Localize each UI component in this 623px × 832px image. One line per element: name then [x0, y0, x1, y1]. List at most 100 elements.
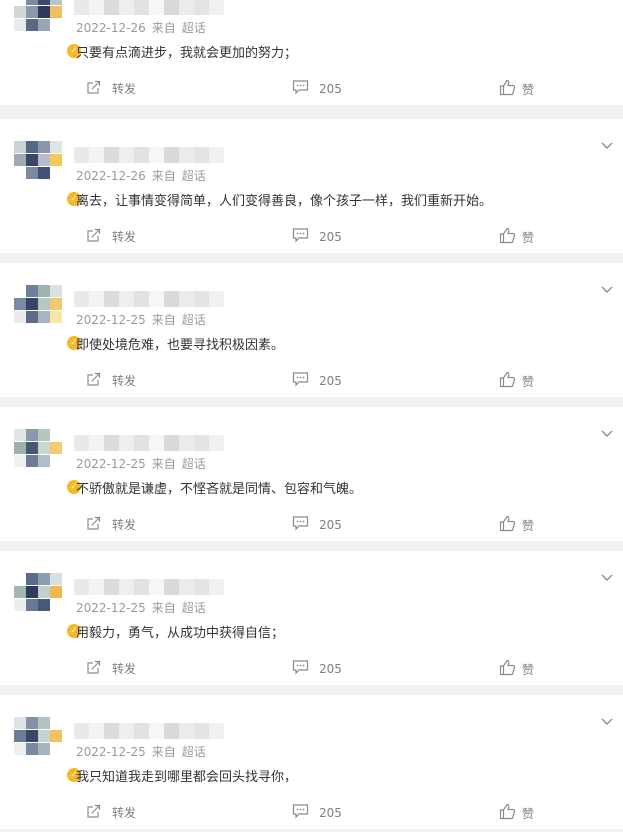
username-mosaic-block	[134, 579, 149, 595]
like-button[interactable]: 赞	[499, 227, 534, 247]
avatar-pixel	[38, 311, 50, 323]
avatar[interactable]: ✓	[14, 569, 82, 639]
repost-button[interactable]: 转发	[86, 803, 136, 822]
avatar-pixel	[50, 599, 62, 611]
comment-meta: 2022-12-25 来自 超话	[76, 743, 212, 760]
like-button[interactable]: 赞	[499, 515, 534, 535]
chevron-down-icon[interactable]	[601, 135, 613, 149]
action-bar: 转发 205 赞	[0, 515, 623, 535]
source-prefix: 来自	[151, 745, 176, 759]
username-mosaic-block	[179, 0, 194, 15]
repost-button[interactable]: 转发	[86, 79, 136, 98]
avatar-pixel	[50, 717, 62, 729]
avatar-pixel	[26, 455, 38, 467]
like-button[interactable]: 赞	[499, 803, 534, 823]
username-mosaic-block	[119, 291, 134, 307]
comment-button[interactable]: 205	[292, 79, 342, 98]
username-mosaic[interactable]	[74, 579, 224, 595]
username-mosaic-block	[164, 147, 179, 163]
comment-date: 2022-12-26	[76, 21, 146, 35]
comment-date: 2022-12-25	[76, 313, 146, 327]
repost-label: 转发	[112, 230, 137, 244]
comment-icon	[292, 659, 319, 678]
avatar[interactable]: ✓	[14, 425, 82, 495]
avatar-pixel	[50, 167, 62, 179]
avatar[interactable]: ✓	[14, 713, 82, 783]
comment-button[interactable]: 205	[292, 659, 342, 678]
comment-button[interactable]: 205	[292, 803, 342, 822]
avatar-pixel	[50, 19, 62, 31]
username-mosaic-block	[209, 291, 224, 307]
username-mosaic-block	[164, 579, 179, 595]
comment-icon	[292, 227, 319, 246]
comment-button[interactable]: 205	[292, 227, 342, 246]
like-label: 赞	[522, 518, 535, 533]
like-button[interactable]: 赞	[499, 659, 534, 679]
chevron-down-icon[interactable]	[601, 711, 613, 725]
repost-label: 转发	[112, 662, 137, 676]
username-mosaic-block	[104, 579, 119, 595]
username-mosaic[interactable]	[74, 435, 224, 451]
avatar[interactable]: ✓	[14, 137, 82, 207]
source-link[interactable]: 超话	[182, 457, 206, 471]
repost-button[interactable]: 转发	[86, 371, 136, 390]
repost-button[interactable]: 转发	[86, 659, 136, 678]
repost-icon	[86, 803, 112, 822]
thumbs-up-icon	[499, 371, 522, 391]
avatar-pixel	[26, 586, 38, 598]
avatar-pixel	[26, 167, 38, 179]
comment-date: 2022-12-25	[76, 457, 146, 471]
avatar-pixel	[50, 442, 62, 454]
username-mosaic[interactable]	[74, 723, 224, 739]
like-label: 赞	[522, 806, 535, 821]
chevron-down-icon[interactable]	[601, 279, 613, 293]
username-mosaic[interactable]	[74, 147, 224, 163]
comment-text: 离去，让事情变得简单，人们变得善良，像个孩子一样，我们重新开始。	[76, 194, 493, 209]
username-mosaic-block	[209, 579, 224, 595]
username-mosaic-block	[209, 435, 224, 451]
avatar-pixel	[14, 285, 26, 297]
repost-button[interactable]: 转发	[86, 515, 136, 534]
avatar-pixel	[50, 141, 62, 153]
thumbs-up-icon	[499, 515, 522, 535]
username-mosaic[interactable]	[74, 291, 224, 307]
repost-button[interactable]: 转发	[86, 227, 136, 246]
source-link[interactable]: 超话	[182, 745, 206, 759]
source-link[interactable]: 超话	[182, 313, 206, 327]
comment-count: 205	[319, 81, 342, 96]
source-link[interactable]: 超话	[182, 169, 206, 183]
like-button[interactable]: 赞	[499, 79, 534, 99]
comment-meta: 2022-12-25 来自 超话	[76, 599, 212, 616]
avatar-pixel	[14, 19, 26, 31]
chevron-down-icon[interactable]	[601, 567, 613, 581]
comment-button[interactable]: 205	[292, 371, 342, 390]
comment-text: 用毅力，勇气，从成功中获得自信；	[76, 626, 285, 641]
username-mosaic-block	[119, 147, 134, 163]
username-mosaic-block	[164, 723, 179, 739]
username-mosaic[interactable]	[74, 0, 224, 15]
avatar[interactable]: ✓	[14, 0, 82, 59]
source-link[interactable]: 超话	[182, 601, 206, 615]
username-mosaic-block	[119, 723, 134, 739]
like-button[interactable]: 赞	[499, 371, 534, 391]
username-mosaic-block	[179, 435, 194, 451]
avatar-pixel	[38, 167, 50, 179]
repost-icon	[86, 371, 112, 390]
comment-date: 2022-12-26	[76, 169, 146, 183]
avatar-pixel	[14, 599, 26, 611]
avatar-pixel	[14, 6, 26, 18]
username-mosaic-block	[104, 723, 119, 739]
username-mosaic-block	[179, 147, 194, 163]
username-mosaic-block	[89, 147, 104, 163]
avatar-pixel	[38, 141, 50, 153]
username-mosaic-block	[149, 147, 164, 163]
comment-button[interactable]: 205	[292, 515, 342, 534]
action-bar: 转发 205 赞	[0, 659, 623, 679]
username-mosaic-block	[104, 291, 119, 307]
comment-count: 205	[319, 661, 342, 676]
avatar[interactable]: ✓	[14, 281, 82, 351]
username-mosaic-block	[89, 723, 104, 739]
source-link[interactable]: 超话	[182, 21, 206, 35]
avatar-pixel	[14, 311, 26, 323]
chevron-down-icon[interactable]	[601, 423, 613, 437]
